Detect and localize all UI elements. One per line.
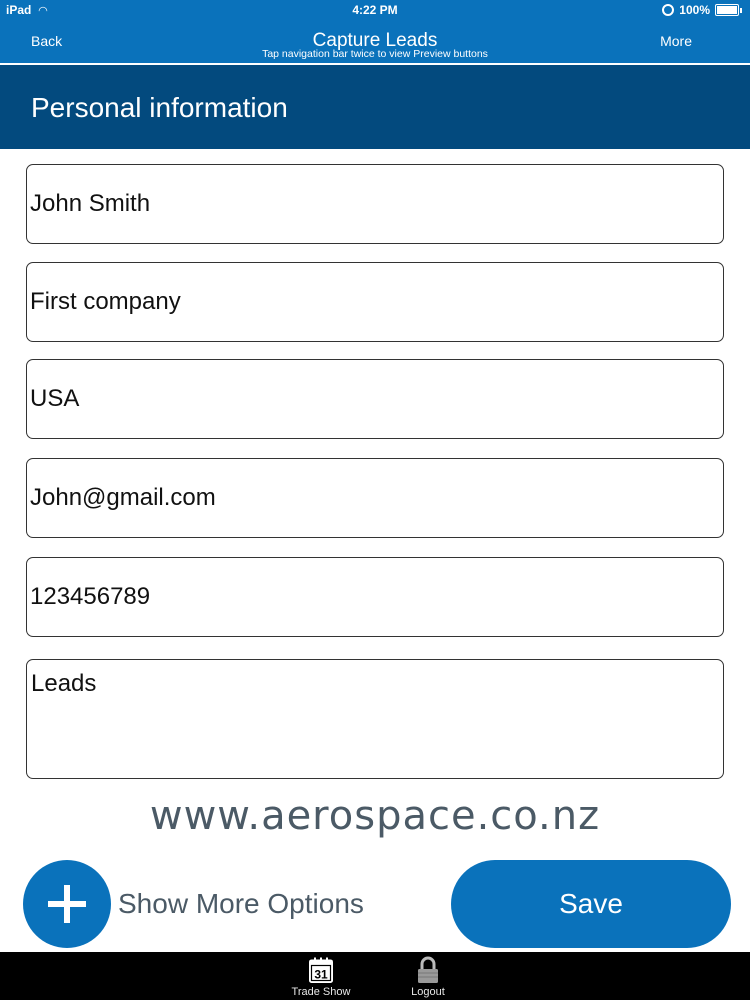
calendar-icon: 31 (309, 957, 333, 983)
show-more-options-button[interactable]: Show More Options (118, 888, 364, 920)
website-text: www.aerospace.co.nz (149, 793, 601, 839)
tab-label: Trade Show (291, 986, 351, 998)
status-time: 4:22 PM (352, 3, 398, 17)
section-header: Personal information (0, 65, 750, 149)
section-title: Personal information (31, 92, 288, 123)
navigation-bar[interactable]: iPad ◠ 4:22 PM 100% Back Capture Leads T… (0, 0, 750, 65)
rotation-lock-icon (662, 4, 675, 16)
company-field[interactable]: First company (26, 262, 724, 342)
notes-field[interactable]: Leads (26, 659, 724, 779)
tab-label: Logout (411, 986, 445, 998)
country-field[interactable]: USA (26, 359, 724, 439)
tab-trade-show[interactable]: 31 Trade Show (276, 954, 366, 998)
tab-logout[interactable]: Logout (383, 954, 473, 998)
battery-icon (715, 4, 739, 16)
tab-bar: 31 Trade Show Logout (0, 952, 750, 1000)
phone-field[interactable]: 123456789 (26, 557, 724, 637)
add-options-button[interactable] (23, 860, 111, 948)
lock-icon (418, 956, 438, 983)
battery-percent: 100% (679, 3, 710, 17)
nav-hint: Tap navigation bar twice to view Preview… (262, 48, 488, 60)
more-button[interactable]: More (660, 33, 692, 49)
save-button[interactable]: Save (451, 860, 731, 948)
name-field[interactable]: John Smith (26, 164, 724, 244)
battery-tip (740, 7, 742, 13)
calendar-icon-day: 31 (314, 968, 328, 982)
status-battery: 100% (662, 3, 742, 17)
email-field[interactable]: John@gmail.com (26, 458, 724, 538)
